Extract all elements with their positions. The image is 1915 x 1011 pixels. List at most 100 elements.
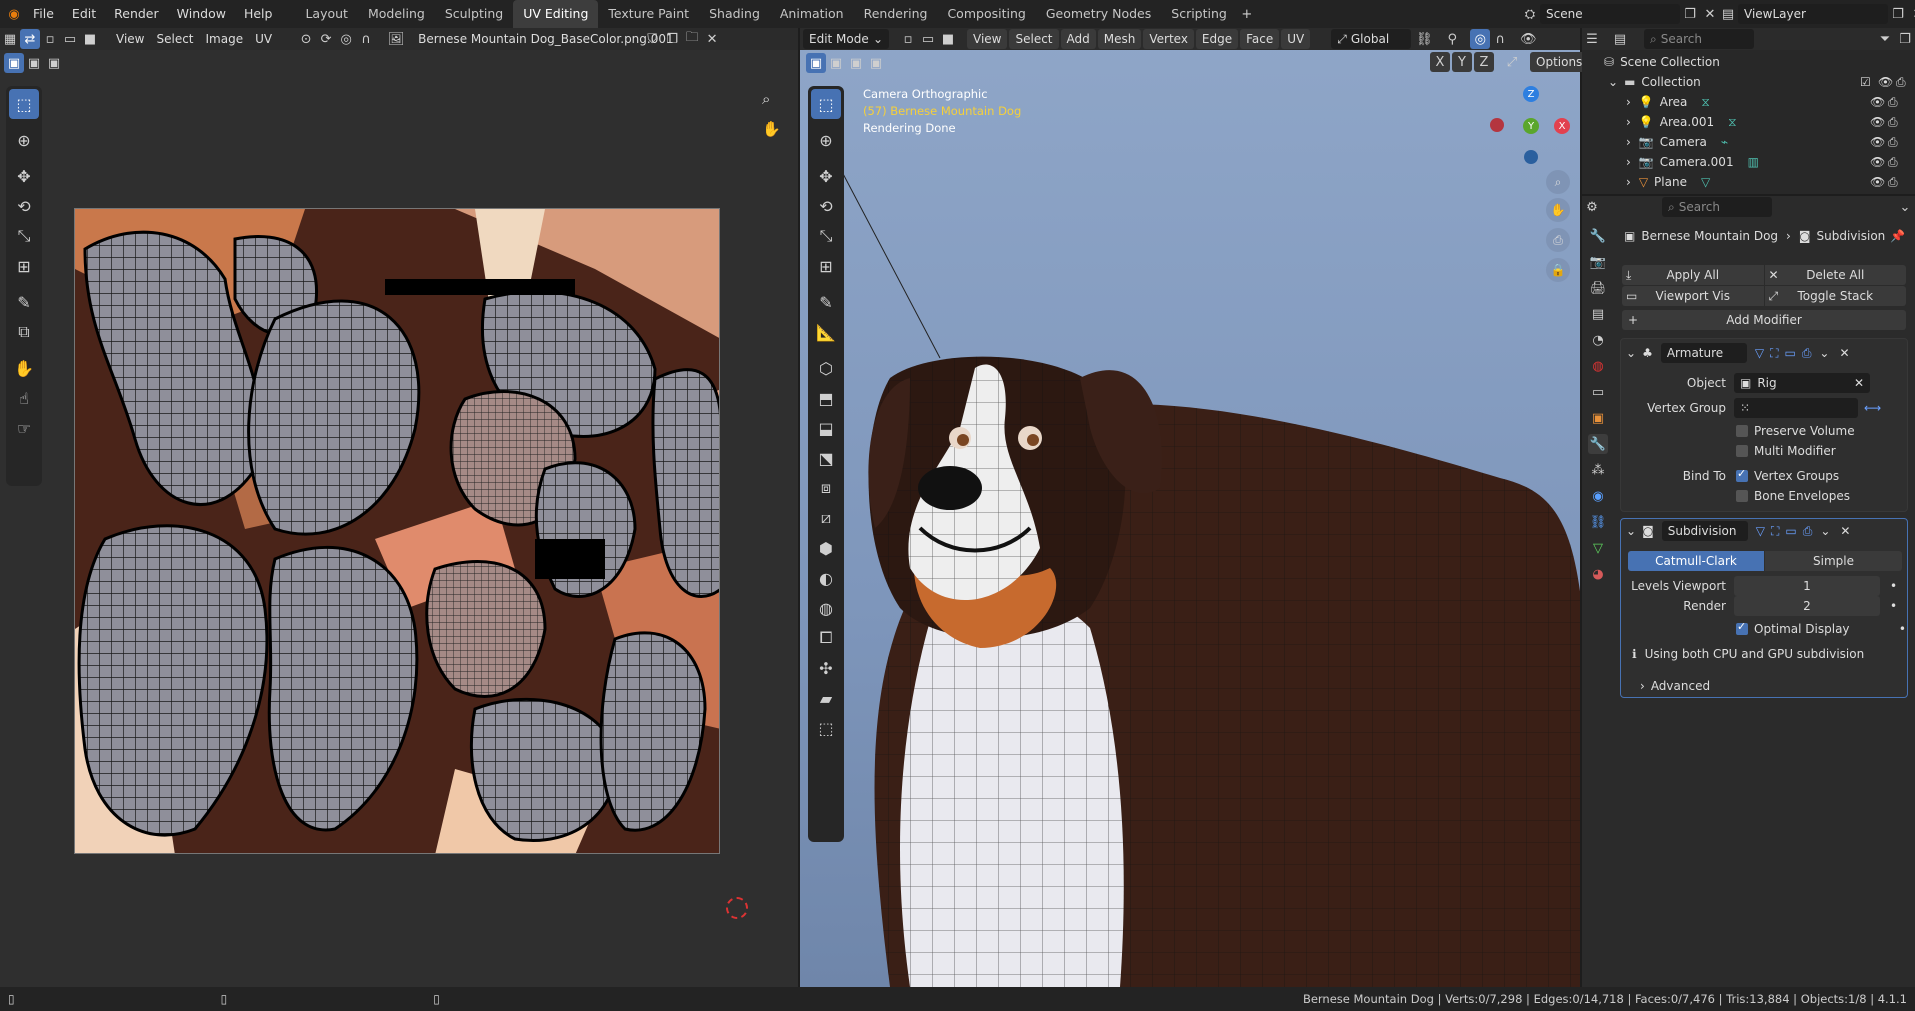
image-icon[interactable]: 🖼 — [386, 29, 406, 49]
keyframe-dot-icon[interactable]: • — [1899, 622, 1906, 636]
falloff-icon[interactable]: ∩ — [356, 29, 376, 49]
tab-scripting[interactable]: Scripting — [1161, 0, 1237, 28]
editor-type-icon[interactable]: ▦ — [0, 29, 20, 49]
uv-zoom-icon[interactable]: ⌕ — [762, 90, 770, 108]
eye-icon[interactable]: 👁 — [1878, 75, 1893, 89]
outliner-editor-icon[interactable]: ☰ — [1582, 29, 1602, 49]
uv-menu-view[interactable]: View — [110, 29, 150, 49]
chevron-right-icon[interactable]: › — [1626, 135, 1631, 149]
eye-icon[interactable]: 👁 — [1870, 135, 1885, 149]
transform-tool[interactable]: ⊞ — [9, 251, 39, 281]
tab-compositing[interactable]: Compositing — [937, 0, 1035, 28]
mirror-z-button[interactable]: Z — [1474, 52, 1494, 72]
outliner-search-input[interactable]: ⌕ Search — [1644, 29, 1754, 49]
camera-render-icon[interactable]: ⎙ — [1888, 135, 1898, 150]
knife-tool[interactable]: ⧄ — [811, 503, 841, 533]
add-cube-tool[interactable]: ⬡ — [811, 353, 841, 383]
annotate-tool[interactable]: ✎ — [811, 287, 841, 317]
viewport-menu-edge[interactable]: Edge — [1195, 29, 1239, 49]
shear-tool[interactable]: ▰ — [811, 683, 841, 713]
gizmo-y-axis[interactable]: Y — [1523, 118, 1539, 134]
eye-icon[interactable]: 👁 — [1870, 175, 1885, 189]
bevel-tool[interactable]: ⬔ — [811, 443, 841, 473]
camera-render-icon[interactable]: ⎙ — [1888, 115, 1898, 130]
uv-sync-icon[interactable]: ⇄ — [20, 29, 40, 49]
add-modifier-button[interactable]: + Add Modifier — [1622, 310, 1906, 330]
snap-icon[interactable]: ⟳ — [316, 29, 336, 49]
select-subtract-icon[interactable]: ▣ — [44, 53, 64, 73]
select-mode-invert-icon[interactable]: ▣ — [866, 53, 886, 73]
display-mode-icon[interactable]: ▤ — [1610, 29, 1630, 49]
viewport-3d[interactable] — [800, 28, 1580, 987]
remove-view-layer-icon[interactable]: ✕ — [1908, 4, 1915, 24]
optimal-display-checkbox[interactable] — [1736, 620, 1748, 635]
camera-render-icon[interactable]: ⎙ — [1888, 175, 1898, 190]
menu-help[interactable]: Help — [235, 0, 282, 28]
multi-modifier-checkbox[interactable] — [1736, 445, 1748, 457]
keyframe-dot-icon[interactable]: • — [1890, 599, 1897, 613]
uv-menu-uv[interactable]: UV — [249, 29, 278, 49]
viewport-toggle-icon[interactable]: ▭ — [1784, 346, 1795, 360]
vertex-mode-icon[interactable]: ▫ — [898, 29, 918, 49]
gizmo-z-axis[interactable]: Z — [1523, 86, 1539, 102]
close-icon[interactable]: ✕ — [1854, 376, 1864, 390]
scene-icon[interactable]: ⛭ — [1520, 4, 1540, 24]
camera-data-icon[interactable]: ⌁ — [1721, 135, 1728, 149]
cursor-tool[interactable]: ⊕ — [811, 125, 841, 155]
measure-tool[interactable]: 📐 — [811, 317, 841, 347]
navigation-gizmo[interactable]: Z X Y — [1490, 86, 1570, 166]
particles-tab-icon[interactable]: ⁂ — [1588, 460, 1608, 480]
checkbox-icon[interactable]: ☑ — [1860, 75, 1871, 89]
falloff-curve-icon[interactable]: ∩ — [1490, 29, 1510, 49]
subdivision-name-field[interactable]: Subdivision — [1661, 521, 1748, 541]
viewport-toggle-icon[interactable]: ▭ — [1785, 524, 1796, 538]
tab-layout[interactable]: Layout — [295, 0, 358, 28]
loop-cut-tool[interactable]: ⧈ — [811, 473, 841, 503]
material-tab-icon[interactable]: ◕ — [1588, 564, 1608, 584]
eye-icon[interactable]: 👁 — [1870, 115, 1885, 129]
apply-all-button[interactable]: ⤓ Apply All — [1622, 265, 1764, 285]
view-layer-field[interactable]: ViewLayer — [1738, 4, 1888, 24]
edge-select-icon[interactable]: ▭ — [60, 29, 80, 49]
light-data-icon[interactable]: ⧖ — [1701, 95, 1709, 110]
select-mode-new-icon[interactable]: ▣ — [806, 53, 826, 73]
tab-uv-editing[interactable]: UV Editing — [513, 0, 599, 28]
tab-rendering[interactable]: Rendering — [854, 0, 938, 28]
proportional-edit-icon[interactable]: ◎ — [1470, 29, 1491, 49]
collection-row[interactable]: ⌄ ▬ Collection ☑ 👁 ⎙ — [1608, 72, 1908, 92]
viewport-vis-button[interactable]: ▭ Viewport Vis — [1622, 286, 1764, 306]
simple-button[interactable]: Simple — [1765, 551, 1902, 571]
render-toggle-icon[interactable]: ⎙ — [1802, 346, 1812, 361]
outliner-item-camera-001[interactable]: › 📷 Camera.001 ▥ 👁 ⎙ — [1626, 152, 1904, 172]
render-levels-field[interactable]: 2 — [1734, 596, 1880, 616]
pinch-tool[interactable]: ☞ — [9, 413, 39, 443]
multi-modifier-row[interactable]: Multi Modifier — [1736, 444, 1896, 458]
tab-geometry-nodes[interactable]: Geometry Nodes — [1036, 0, 1161, 28]
face-select-icon[interactable]: ■ — [80, 29, 100, 49]
2d-cursor-icon[interactable] — [726, 897, 748, 919]
menu-window[interactable]: Window — [168, 0, 235, 28]
select-new-icon[interactable]: ▣ — [4, 53, 24, 73]
select-box-tool[interactable]: ⬚ — [9, 89, 39, 119]
object-tab-icon[interactable]: ▣ — [1588, 408, 1608, 428]
spin-tool[interactable]: ◐ — [811, 563, 841, 593]
toggle-stack-button[interactable]: ⤢ Toggle Stack — [1764, 286, 1906, 306]
blender-logo-icon[interactable]: ◉ — [4, 4, 24, 24]
annotate-tool[interactable]: ✎ — [9, 287, 39, 317]
pin-icon[interactable]: 📌 — [1890, 229, 1905, 243]
mirror-y-button[interactable]: Y — [1452, 52, 1472, 72]
select-mode-subtract-icon[interactable]: ▣ — [846, 53, 866, 73]
close-icon[interactable]: ✕ — [1839, 346, 1849, 360]
output-tab-icon[interactable]: 🖨 — [1588, 278, 1608, 298]
mesh-data-icon[interactable]: ▽ — [1701, 175, 1710, 189]
tab-texture-paint[interactable]: Texture Paint — [598, 0, 699, 28]
armature-name-field[interactable]: Armature — [1660, 343, 1747, 363]
remove-scene-icon[interactable]: ✕ — [1700, 4, 1720, 24]
add-workspace-icon[interactable]: + — [1237, 4, 1257, 24]
image-name-field[interactable]: Bernese Mountain Dog_BaseColor.png.001 — [412, 29, 674, 49]
bone-envelopes-row[interactable]: Bone Envelopes — [1736, 489, 1896, 503]
poly-build-tool[interactable]: ⬢ — [811, 533, 841, 563]
gizmo-neg-x[interactable] — [1490, 118, 1504, 132]
render-tab-icon[interactable]: 📷 — [1588, 252, 1608, 272]
vertex-groups-checkbox[interactable] — [1736, 467, 1748, 482]
